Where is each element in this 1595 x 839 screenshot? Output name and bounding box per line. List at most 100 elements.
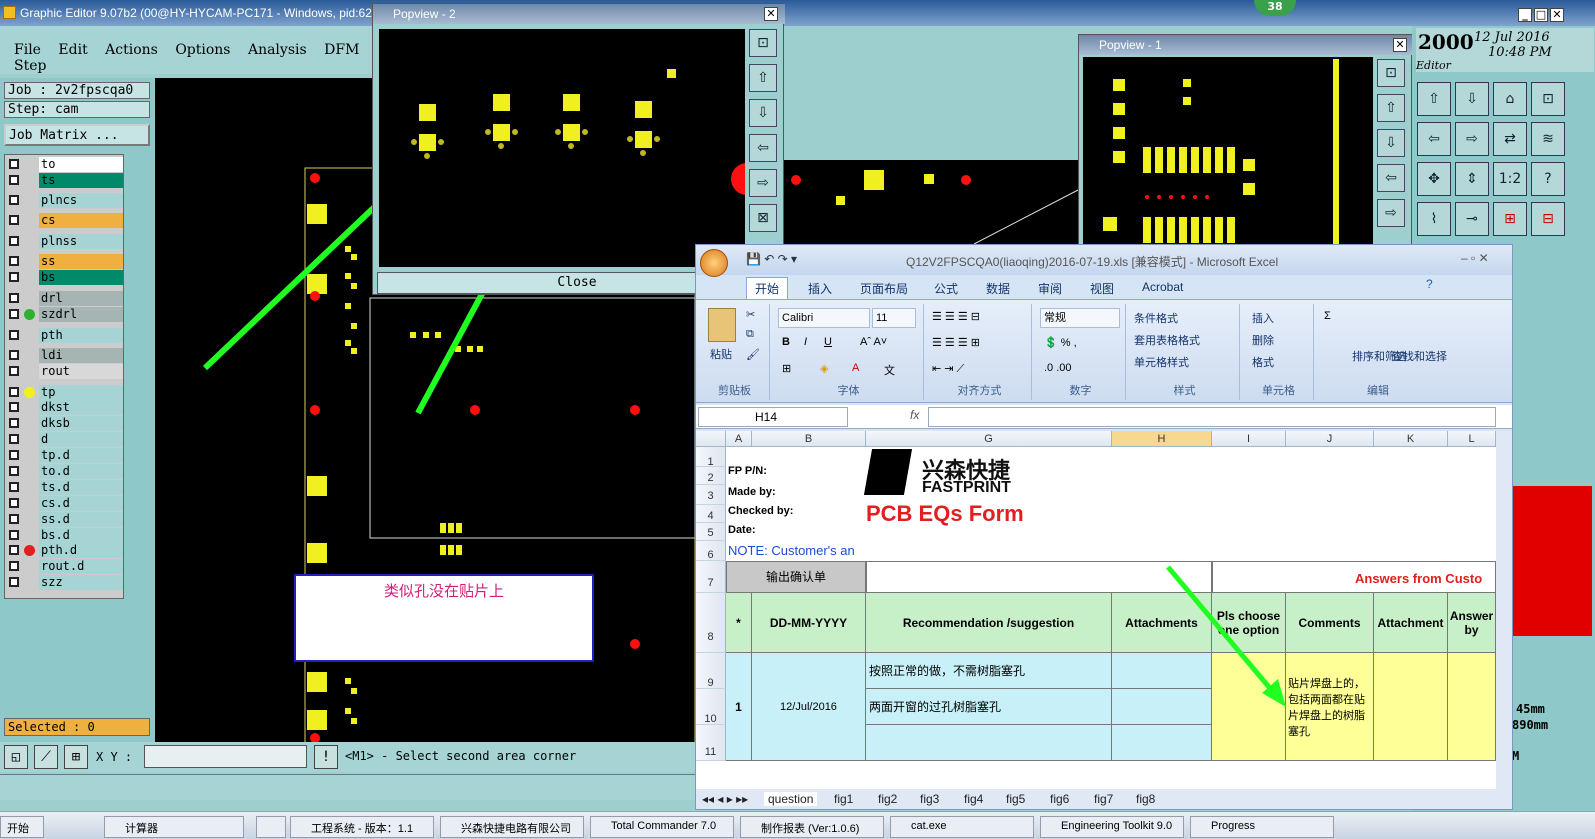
sheet-tab-fig7[interactable]: fig7 <box>1094 792 1113 806</box>
pv1-right-icon[interactable]: ⇨ <box>1377 199 1405 227</box>
layer-checkbox[interactable] <box>9 450 19 460</box>
popview-2-titlebar[interactable]: Popview - 2 ✕ <box>373 4 785 24</box>
layer-checkbox[interactable] <box>9 256 19 266</box>
popview-2-view[interactable] <box>379 29 745 267</box>
format-button[interactable]: 格式 <box>1252 354 1274 370</box>
phonetic-icon[interactable]: 文 <box>884 362 895 378</box>
fill-color-icon[interactable]: ◈ <box>820 362 828 375</box>
underline-icon[interactable]: U <box>824 336 832 348</box>
minimize-icon[interactable]: _ <box>1518 8 1532 22</box>
layer-checkbox[interactable] <box>9 175 19 185</box>
task-total-commander[interactable]: Total Commander 7.0 <box>590 816 734 838</box>
formula-input[interactable] <box>928 407 1496 427</box>
layer-name[interactable]: ldi <box>39 348 123 363</box>
pv1-fit-icon[interactable]: ⊡ <box>1377 59 1405 87</box>
popview-2-close-icon[interactable]: ✕ <box>764 7 778 21</box>
sheet-tab-fig3[interactable]: fig3 <box>920 792 939 806</box>
view-fit-icon[interactable]: ⊡ <box>749 29 777 57</box>
tool-net-icon[interactable]: ⊞ <box>1493 202 1527 236</box>
insert-button[interactable]: 插入 <box>1252 310 1274 326</box>
tool-net2-icon[interactable]: ⊟ <box>1531 202 1565 236</box>
layer-name[interactable]: bs.d <box>39 528 123 543</box>
layer-name[interactable]: bs <box>39 270 123 285</box>
tool-home-icon[interactable]: ⌂ <box>1493 82 1527 116</box>
tab-insert[interactable]: 插入 <box>808 280 832 297</box>
layer-row[interactable]: cs <box>5 213 123 228</box>
excel-titlebar[interactable]: 💾 ↶ ↷ ▾ Q12V2FPSCQA0(liaoqing)2016-07-19… <box>696 245 1512 277</box>
layer-checkbox[interactable] <box>9 402 19 412</box>
layer-name[interactable]: ts.d <box>39 480 123 495</box>
cut-icon[interactable]: ✂ <box>746 308 755 321</box>
layer-row[interactable]: pth <box>5 328 123 343</box>
sheet-tab-fig2[interactable]: fig2 <box>878 792 897 806</box>
layer-name[interactable]: to.d <box>39 464 123 479</box>
font-size-select[interactable]: 11 <box>872 308 916 328</box>
font-color-icon[interactable]: A <box>852 362 859 374</box>
tool-right-icon[interactable]: ⇨ <box>1455 122 1489 156</box>
layer-name[interactable]: cs <box>39 213 123 228</box>
layer-name[interactable]: to <box>39 157 123 172</box>
layer-name[interactable]: ss <box>39 254 123 269</box>
layer-name[interactable]: ss.d <box>39 512 123 527</box>
layer-checkbox[interactable] <box>9 498 19 508</box>
align-top-icon[interactable]: ☰ ☰ ☰ ⊟ <box>932 310 980 323</box>
sheet-tab-fig4[interactable]: fig4 <box>964 792 983 806</box>
conditional-format-button[interactable]: 条件格式 <box>1134 310 1178 326</box>
layer-checkbox[interactable] <box>9 309 19 319</box>
fx-icon[interactable]: fx <box>910 408 919 422</box>
layer-row[interactable]: pth.d <box>5 543 123 558</box>
tool-layer-down-icon[interactable]: ⇩ <box>1455 82 1489 116</box>
close-icon[interactable]: ✕ <box>1550 8 1564 22</box>
task-progress[interactable]: Progress <box>1190 816 1334 838</box>
paste-icon[interactable] <box>708 308 736 342</box>
menu-dfm[interactable]: DFM <box>324 42 359 58</box>
layer-row[interactable]: plncs <box>5 193 123 208</box>
layer-checkbox[interactable] <box>9 514 19 524</box>
layer-row[interactable]: rout <box>5 364 123 379</box>
format-painter-icon[interactable]: 🖌 <box>746 348 760 361</box>
layer-checkbox[interactable] <box>9 530 19 540</box>
layer-row[interactable]: plnss <box>5 234 123 249</box>
layer-checkbox[interactable] <box>9 545 19 555</box>
menu-step[interactable]: Step <box>14 58 46 74</box>
align-left-icon[interactable]: ☰ ☰ ☰ ⊞ <box>932 336 980 349</box>
table-format-button[interactable]: 套用表格格式 <box>1134 332 1200 348</box>
menu-options[interactable]: Options <box>175 42 230 58</box>
task-icon[interactable] <box>256 816 286 838</box>
layer-row[interactable]: bs <box>5 270 123 285</box>
pv1-up-icon[interactable]: ⇧ <box>1377 94 1405 122</box>
layer-name[interactable]: pth <box>39 328 123 343</box>
popview-1-view[interactable] <box>1083 57 1373 255</box>
layer-name[interactable]: dksb <box>39 416 123 431</box>
start-button[interactable]: 开始 <box>0 816 44 838</box>
layer-checkbox[interactable] <box>9 236 19 246</box>
view-left-icon[interactable]: ⇦ <box>749 134 777 162</box>
layer-row[interactable]: szz <box>5 575 123 590</box>
alert-icon[interactable]: ! <box>314 745 338 769</box>
cell-style-button[interactable]: 单元格样式 <box>1134 354 1189 370</box>
layer-name[interactable]: rout <box>39 364 123 379</box>
layer-name[interactable]: pth.d <box>39 543 123 558</box>
menu-actions[interactable]: Actions <box>105 42 158 58</box>
layer-checkbox[interactable] <box>9 330 19 340</box>
tool-layer-up-icon[interactable]: ⇧ <box>1417 82 1451 116</box>
layer-row[interactable]: tp.d <box>5 448 123 463</box>
main-window-titlebar[interactable]: Graphic Editor 9.07b2 (00@HY-HYCAM-PC171… <box>0 0 1595 26</box>
tool-move-icon[interactable]: ⇕ <box>1455 162 1489 196</box>
maximize-icon[interactable]: □ <box>1534 8 1548 22</box>
task-fastprint[interactable]: 兴森快捷电路有限公司 <box>440 816 584 838</box>
job-matrix-button[interactable]: Job Matrix ... <box>4 124 150 146</box>
sheet-tab-fig8[interactable]: fig8 <box>1136 792 1155 806</box>
popview-1-titlebar[interactable]: Popview - 1 ✕ <box>1079 35 1413 55</box>
task-report[interactable]: 制作报表 (Ver:1.0.6) <box>740 816 884 838</box>
number-format-select[interactable]: 常规 <box>1040 308 1120 328</box>
layer-name[interactable]: szz <box>39 575 123 590</box>
layer-row[interactable]: dksb <box>5 416 123 431</box>
tool-pad-icon[interactable]: ⊸ <box>1455 202 1489 236</box>
layer-row[interactable]: ss.d <box>5 512 123 527</box>
font-name-select[interactable]: Calibri <box>778 308 870 328</box>
layer-row[interactable]: ts <box>5 173 123 188</box>
tool-scale-icon[interactable]: 1:2 <box>1493 162 1527 196</box>
quick-access-icons[interactable]: 💾 ↶ ↷ ▾ <box>746 252 797 266</box>
tab-data[interactable]: 数据 <box>986 280 1010 297</box>
